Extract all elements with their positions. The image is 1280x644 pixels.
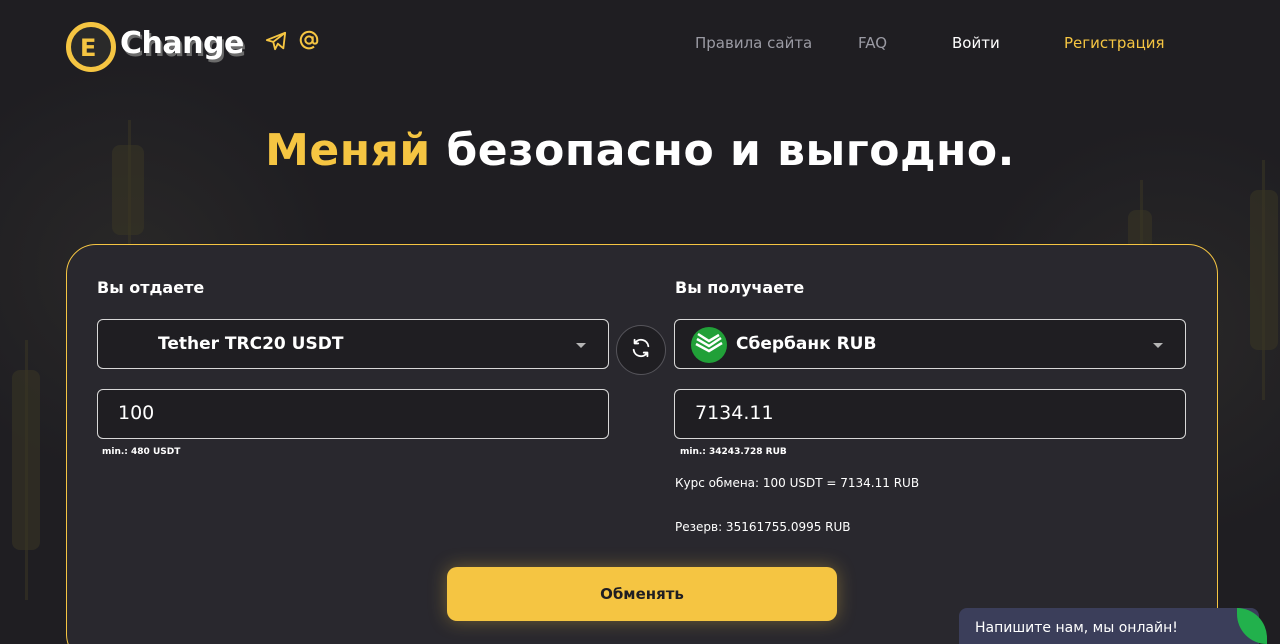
exchange-button[interactable]: Обменять <box>447 567 837 621</box>
chat-widget-text: Напишите нам, мы онлайн! <box>975 620 1178 636</box>
site-logo[interactable]: E Change <box>66 16 244 76</box>
get-label: Вы получаете <box>675 278 805 297</box>
chat-widget[interactable]: Напишите нам, мы онлайн! <box>959 608 1267 644</box>
hero-title: Меняй безопасно и выгодно. <box>0 125 1280 176</box>
sberbank-icon <box>690 326 728 364</box>
nav-login-link[interactable]: Войти <box>952 34 1000 52</box>
give-label: Вы отдаете <box>97 278 205 297</box>
give-min-note: min.: 480 USDT <box>102 447 181 457</box>
reserve-amount: Резерв: 35161755.0995 RUB <box>675 520 851 534</box>
get-min-note: min.: 34243.728 RUB <box>680 447 787 457</box>
give-currency-select[interactable]: Tether TRC20 USDT <box>97 319 609 369</box>
hero-title-accent: Меняй <box>265 125 431 176</box>
swap-icon <box>630 337 652 363</box>
nav-faq-link[interactable]: FAQ <box>858 34 887 52</box>
nav-rules-link[interactable]: Правила сайта <box>695 34 812 52</box>
exchange-rate: Курс обмена: 100 USDT = 7134.11 RUB <box>675 476 920 490</box>
get-currency-value: Сбербанк RUB <box>736 334 877 354</box>
at-sign-icon[interactable] <box>298 29 320 51</box>
give-amount-input[interactable]: 100 <box>97 389 609 439</box>
logo-coin-icon: E <box>66 22 116 72</box>
logo-text: Change <box>120 26 244 61</box>
chat-online-badge <box>1237 608 1267 644</box>
hero-title-rest: безопасно и выгодно. <box>430 125 1015 176</box>
telegram-icon[interactable] <box>265 30 287 52</box>
logo-letter: E <box>80 34 97 62</box>
swap-button[interactable] <box>616 325 666 375</box>
chevron-down-icon <box>576 343 586 348</box>
site-header: E Change Правила сайта FAQ Войти Регистр… <box>0 0 1280 90</box>
get-amount-input[interactable]: 7134.11 <box>674 389 1186 439</box>
nav-register-link[interactable]: Регистрация <box>1064 34 1165 52</box>
chevron-down-icon <box>1153 343 1163 348</box>
give-currency-value: Tether TRC20 USDT <box>158 334 344 354</box>
get-currency-select[interactable]: Сбербанк RUB <box>674 319 1186 369</box>
